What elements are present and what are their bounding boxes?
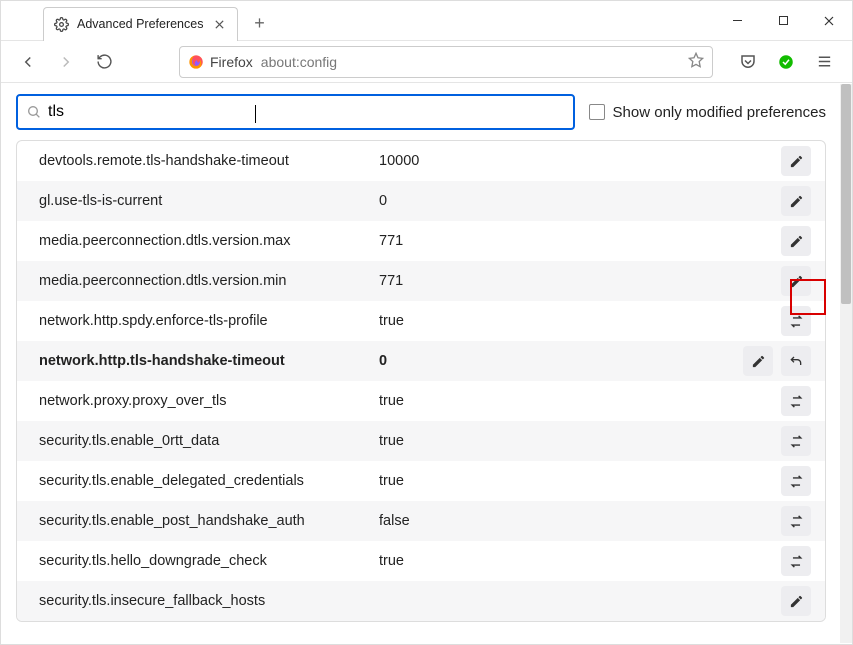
pref-value: 771 [379, 273, 781, 289]
pref-value: 10000 [379, 153, 781, 169]
edit-button[interactable] [743, 346, 773, 376]
pref-row: media.peerconnection.dtls.version.min771 [17, 261, 825, 301]
pref-row: media.peerconnection.dtls.version.max771 [17, 221, 825, 261]
pref-row: network.http.tls-handshake-timeout0 [17, 341, 825, 381]
pref-row: security.tls.enable_delegated_credential… [17, 461, 825, 501]
extension-button[interactable] [772, 48, 800, 76]
pref-row: network.proxy.proxy_over_tlstrue [17, 381, 825, 421]
pref-row: gl.use-tls-is-current0 [17, 181, 825, 221]
nav-back-button[interactable] [11, 45, 45, 79]
reset-button[interactable] [781, 346, 811, 376]
pref-value: true [379, 433, 781, 449]
pref-value: 0 [379, 193, 781, 209]
edit-button[interactable] [781, 226, 811, 256]
pref-name: security.tls.enable_0rtt_data [39, 433, 379, 449]
new-tab-button[interactable]: + [244, 9, 274, 39]
tab-close-button[interactable] [211, 16, 227, 32]
url-bar[interactable]: Firefox about:config [179, 46, 713, 78]
pref-value: true [379, 393, 781, 409]
pref-name: security.tls.enable_post_handshake_auth [39, 513, 379, 529]
pref-row: network.http.spdy.enforce-tls-profiletru… [17, 301, 825, 341]
pref-name: security.tls.insecure_fallback_hosts [39, 593, 379, 609]
toggle-button[interactable] [781, 306, 811, 336]
pref-row: security.tls.enable_post_handshake_authf… [17, 501, 825, 541]
edit-button[interactable] [781, 186, 811, 216]
gear-icon [54, 17, 69, 32]
pref-row: security.tls.insecure_fallback_hosts [17, 581, 825, 621]
pref-name: network.proxy.proxy_over_tls [39, 393, 379, 409]
search-icon [26, 104, 42, 120]
vertical-scrollbar[interactable] [840, 84, 852, 643]
pref-name: security.tls.enable_delegated_credential… [39, 473, 379, 489]
pref-value: true [379, 553, 781, 569]
firefox-icon [188, 54, 204, 70]
pref-name: network.http.spdy.enforce-tls-profile [39, 313, 379, 329]
url-text: about:config [261, 54, 680, 70]
window-minimize-button[interactable] [714, 1, 760, 40]
window-maximize-button[interactable] [760, 1, 806, 40]
scrollbar-thumb[interactable] [841, 84, 851, 304]
toggle-button[interactable] [781, 466, 811, 496]
url-identity: Firefox [188, 54, 253, 70]
pref-name: network.http.tls-handshake-timeout [39, 353, 379, 369]
nav-forward-button[interactable] [49, 45, 83, 79]
pref-value: true [379, 313, 781, 329]
browser-tab[interactable]: Advanced Preferences [43, 7, 238, 41]
pref-name: gl.use-tls-is-current [39, 193, 379, 209]
pref-name: media.peerconnection.dtls.version.max [39, 233, 379, 249]
pref-value: false [379, 513, 781, 529]
bookmark-star-button[interactable] [688, 52, 704, 71]
pref-value: 771 [379, 233, 781, 249]
edit-button[interactable] [781, 146, 811, 176]
toggle-button[interactable] [781, 386, 811, 416]
pref-row: security.tls.enable_0rtt_datatrue [17, 421, 825, 461]
pref-name: security.tls.hello_downgrade_check [39, 553, 379, 569]
pref-value: true [379, 473, 781, 489]
pref-row: security.tls.hello_downgrade_checktrue [17, 541, 825, 581]
checkbox-icon [589, 104, 605, 120]
pref-name: media.peerconnection.dtls.version.min [39, 273, 379, 289]
pocket-button[interactable] [734, 48, 762, 76]
show-only-modified-toggle[interactable]: Show only modified preferences [589, 104, 826, 121]
toggle-button[interactable] [781, 426, 811, 456]
edit-button[interactable] [781, 266, 811, 296]
app-menu-button[interactable] [810, 48, 838, 76]
edit-button[interactable] [781, 586, 811, 616]
nav-reload-button[interactable] [87, 45, 121, 79]
tab-title: Advanced Preferences [77, 17, 203, 31]
pref-name: devtools.remote.tls-handshake-timeout [39, 153, 379, 169]
toggle-button[interactable] [781, 546, 811, 576]
pref-search-box[interactable] [16, 94, 575, 130]
pref-search-input[interactable] [48, 103, 255, 121]
pref-value: 0 [379, 353, 743, 369]
toggle-button[interactable] [781, 506, 811, 536]
pref-row: devtools.remote.tls-handshake-timeout100… [17, 141, 825, 181]
window-close-button[interactable] [806, 1, 852, 40]
